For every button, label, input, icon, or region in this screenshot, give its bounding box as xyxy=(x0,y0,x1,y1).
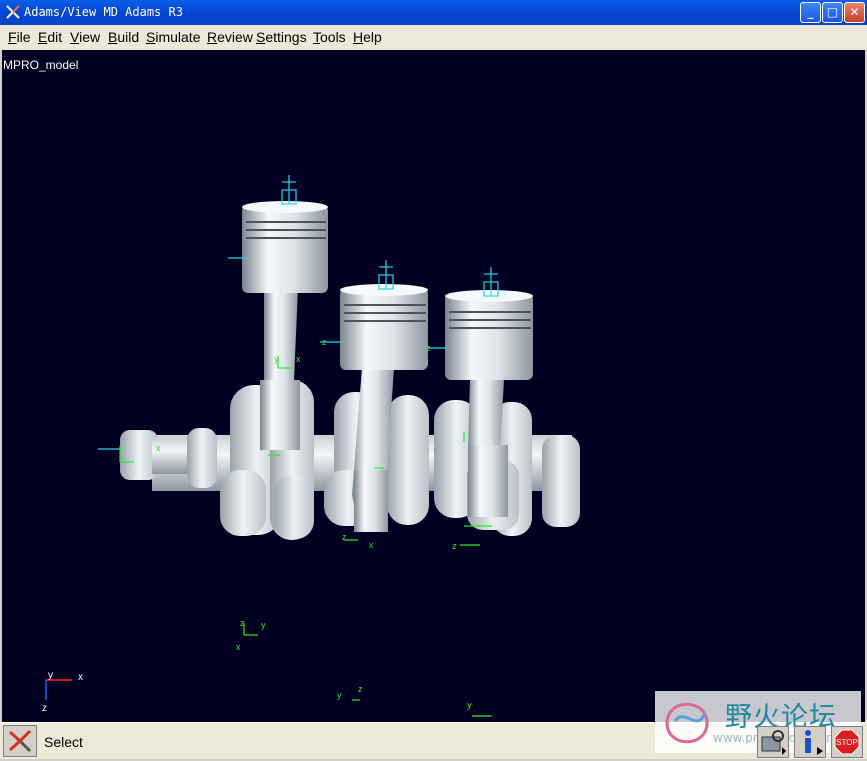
watermark-logo-icon xyxy=(665,702,709,744)
marker-label-y: y xyxy=(274,354,279,364)
select-arrow-icon xyxy=(8,729,32,753)
window-title: Adams/View MD Adams R3 xyxy=(24,5,183,19)
marker-label-z: z xyxy=(358,684,363,694)
menu-simulate[interactable]: Simulate xyxy=(146,29,200,45)
menu-bar: File Edit View Build Simulate Review Set… xyxy=(0,25,867,50)
menu-edit[interactable]: Edit xyxy=(38,29,62,45)
menu-review[interactable]: Review xyxy=(207,29,253,45)
triad-label-y: y xyxy=(48,670,53,681)
triad-label-z: z xyxy=(42,703,47,714)
close-button[interactable]: ✕ xyxy=(844,2,865,23)
marker-label-z: z xyxy=(452,541,457,551)
info-button[interactable] xyxy=(794,726,826,758)
tools-button[interactable] xyxy=(757,726,789,758)
marker-label-x: x xyxy=(236,642,241,652)
menu-tools[interactable]: Tools xyxy=(313,29,346,45)
status-text: Select xyxy=(44,734,83,750)
select-button[interactable] xyxy=(3,725,37,757)
marker-label-z: z xyxy=(240,618,245,628)
maximize-button[interactable]: □ xyxy=(822,2,843,23)
marker-label-x: x xyxy=(156,443,161,453)
stop-label: STOP xyxy=(836,738,858,747)
triad-label-x: x xyxy=(78,672,83,683)
menu-file[interactable]: File xyxy=(8,29,31,45)
info-icon xyxy=(805,730,823,755)
marker-label-y: y xyxy=(261,620,266,630)
marker-label-y: y xyxy=(337,690,342,700)
marker-label-x: x xyxy=(369,540,374,550)
title-bar: Adams/View MD Adams R3 _ □ ✕ xyxy=(0,0,867,25)
menu-build[interactable]: Build xyxy=(108,29,139,45)
tools-icon xyxy=(761,730,786,755)
stop-icon: STOP xyxy=(834,729,860,755)
menu-view[interactable]: View xyxy=(70,29,100,45)
graphics-viewport[interactable]: MPRO_model y x x z z z x z z y x y z y y… xyxy=(2,50,865,722)
marker-label-x: x xyxy=(296,354,301,364)
marker-label-z: z xyxy=(342,532,347,542)
adams-logo-icon xyxy=(6,5,20,19)
stop-button[interactable]: STOP xyxy=(831,726,863,758)
menu-settings[interactable]: Settings xyxy=(256,29,307,45)
minimize-button[interactable]: _ xyxy=(800,2,821,23)
crankshaft-model[interactable] xyxy=(2,50,865,722)
marker-label-z: z xyxy=(322,337,327,347)
marker-label-z: z xyxy=(426,343,431,353)
menu-help[interactable]: Help xyxy=(353,29,382,45)
marker-label-y: y xyxy=(467,700,472,710)
